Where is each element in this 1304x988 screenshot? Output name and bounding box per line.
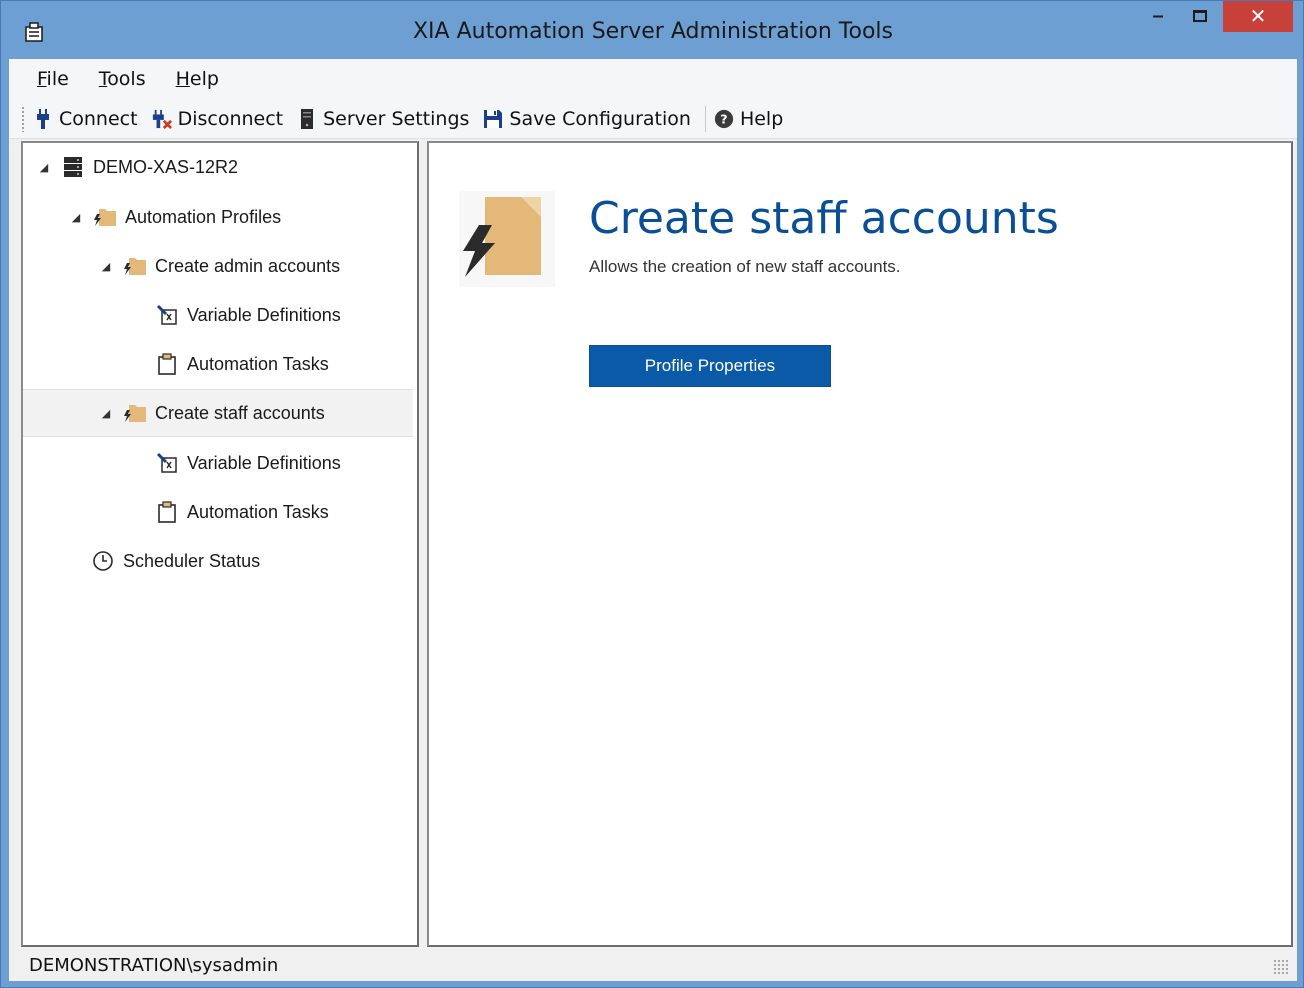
- tree-node-label: Scheduler Status: [123, 550, 261, 571]
- profiles-folder-icon: [93, 205, 117, 229]
- status-user: DEMONSTRATION\sysadmin: [29, 954, 279, 976]
- menu-tools[interactable]: Tools: [99, 68, 146, 90]
- menu-bar: File Tools Help: [9, 59, 1297, 99]
- help-label: Help: [739, 107, 784, 130]
- unplug-icon: [152, 108, 172, 130]
- navigation-tree[interactable]: ◢ DEMO-XAS-12R2 ◢ Automation Profiles ◢ …: [21, 141, 419, 947]
- collapse-arrow-icon[interactable]: ◢: [99, 407, 113, 420]
- details-pane: Create staff accounts Allows the creatio…: [427, 141, 1293, 947]
- save-configuration-button[interactable]: Save Configuration: [483, 104, 691, 134]
- toolbar-grip[interactable]: [21, 105, 25, 132]
- resize-grip[interactable]: [1273, 959, 1289, 975]
- profile-folder-icon: [123, 254, 147, 278]
- collapse-arrow-icon[interactable]: ◢: [69, 211, 83, 224]
- plug-icon: [33, 108, 53, 130]
- tree-node-label: DEMO-XAS-12R2: [93, 156, 239, 177]
- tree-node-label: Create admin accounts: [155, 255, 341, 276]
- tree-node-label: Variable Definitions: [187, 304, 341, 325]
- help-icon: ?: [714, 108, 734, 130]
- clock-icon: [91, 549, 115, 573]
- client-area: File Tools Help Connect Disconnect Serve…: [9, 59, 1297, 981]
- tree-node-label: Create staff accounts: [155, 402, 325, 423]
- help-button[interactable]: ? Help: [714, 104, 783, 134]
- menu-file[interactable]: File: [37, 68, 69, 90]
- app-window: XIA Automation Server Administration Too…: [0, 0, 1304, 988]
- tree-node-label: Automation Profiles: [125, 206, 282, 227]
- window-title: XIA Automation Server Administration Too…: [412, 19, 894, 44]
- collapse-arrow-icon[interactable]: ◢: [37, 161, 51, 174]
- page-description: Allows the creation of new staff account…: [589, 257, 901, 276]
- tree-node-server[interactable]: ◢ DEMO-XAS-12R2: [37, 143, 427, 191]
- server-settings-button[interactable]: Server Settings: [297, 104, 469, 134]
- tree-node-scheduler-status[interactable]: Scheduler Status: [91, 537, 481, 585]
- collapse-arrow-icon[interactable]: ◢: [99, 260, 113, 273]
- clipboard-icon: [155, 500, 179, 524]
- disconnect-button[interactable]: Disconnect: [152, 104, 284, 134]
- svg-text:?: ?: [720, 111, 727, 126]
- maximize-icon: [1193, 10, 1207, 22]
- title-bar[interactable]: XIA Automation Server Administration Too…: [1, 1, 1304, 59]
- tree-node-automation-profiles[interactable]: ◢ Automation Profiles: [69, 193, 459, 241]
- toolbar: Connect Disconnect Server Settings Save …: [9, 99, 1297, 139]
- variable-icon: [155, 303, 179, 327]
- server-icon: [61, 155, 85, 179]
- page-title: Create staff accounts: [589, 193, 1059, 244]
- variable-icon: [155, 451, 179, 475]
- disconnect-label: Disconnect: [177, 107, 284, 130]
- profile-folder-icon: [459, 191, 555, 287]
- tree-node-create-staff-accounts[interactable]: ◢ Create staff accounts: [23, 389, 413, 437]
- connect-button[interactable]: Connect: [33, 104, 138, 134]
- status-bar: DEMONSTRATION\sysadmin: [9, 949, 1297, 981]
- menu-help[interactable]: Help: [176, 68, 219, 90]
- save-configuration-label: Save Configuration: [509, 107, 691, 130]
- connect-label: Connect: [59, 107, 138, 130]
- close-button[interactable]: ✕: [1223, 1, 1293, 32]
- profile-properties-button[interactable]: Profile Properties: [589, 345, 831, 387]
- tree-node-label: Automation Tasks: [187, 353, 329, 374]
- server-settings-label: Server Settings: [323, 107, 470, 130]
- maximize-button[interactable]: [1183, 1, 1217, 31]
- tree-node-label: Automation Tasks: [187, 501, 329, 522]
- clipboard-icon: [155, 352, 179, 376]
- toolbar-separator: [704, 105, 706, 132]
- tree-node-label: Variable Definitions: [187, 452, 341, 473]
- minimize-button[interactable]: –: [1141, 1, 1175, 31]
- profile-folder-icon: [123, 401, 147, 425]
- save-icon: [483, 108, 503, 130]
- server-icon: [297, 108, 317, 130]
